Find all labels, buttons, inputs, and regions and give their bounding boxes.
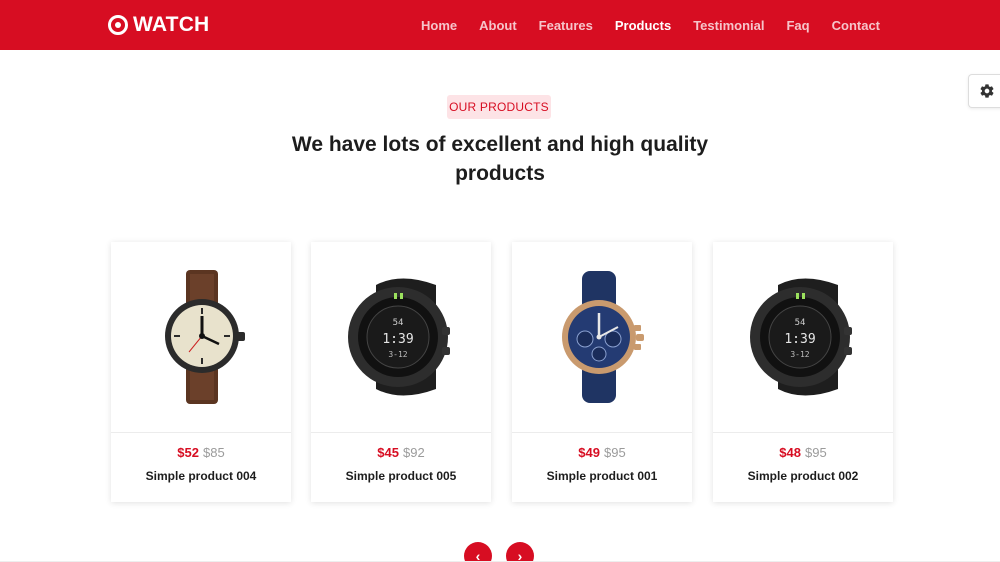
price-row: $45 $92 — [311, 445, 491, 460]
digital-watch-image: 54 1:39 3-12 — [750, 278, 852, 396]
price-row: $48 $95 — [713, 445, 893, 460]
product-name[interactable]: Simple product 001 — [512, 469, 692, 483]
section-title: We have lots of excellent and high quali… — [270, 130, 730, 188]
current-price: $52 — [177, 445, 199, 460]
nav-item-testimonial[interactable]: Testimonial — [693, 18, 764, 33]
card-divider — [713, 432, 893, 433]
target-icon — [108, 15, 128, 35]
gear-icon — [980, 84, 993, 98]
product-name[interactable]: Simple product 002 — [713, 469, 893, 483]
card-divider — [111, 432, 291, 433]
nav-item-features[interactable]: Features — [539, 18, 593, 33]
product-card[interactable]: $49 $95 Simple product 001 — [512, 242, 692, 502]
digital-watch-image: 54 1:39 3-12 — [348, 278, 450, 396]
product-image[interactable]: 54 1:39 3-12 — [311, 242, 491, 432]
section-title-line-1: We have lots of excellent and high quali… — [291, 133, 709, 156]
brand-logo[interactable]: WATCH — [108, 13, 209, 37]
current-price: $49 — [578, 445, 600, 460]
product-image[interactable]: 54 1:39 3-12 — [713, 242, 893, 432]
nav-item-products[interactable]: Products — [615, 18, 671, 33]
svg-text:1:39: 1:39 — [382, 332, 413, 347]
card-divider — [311, 432, 491, 433]
old-price: $92 — [403, 445, 425, 460]
nav-item-faq[interactable]: Faq — [786, 18, 809, 33]
svg-text:54: 54 — [795, 318, 806, 328]
carousel-next-button[interactable]: › — [506, 542, 534, 562]
product-card[interactable]: $52 $85 Simple product 004 — [111, 242, 291, 502]
card-divider — [512, 432, 692, 433]
nav-item-home[interactable]: Home — [421, 18, 457, 33]
current-price: $45 — [377, 445, 399, 460]
svg-text:3-12: 3-12 — [790, 350, 809, 359]
nav-item-about[interactable]: About — [479, 18, 517, 33]
top-navbar: WATCH Home About Features Products Testi… — [0, 0, 1000, 50]
product-image[interactable] — [111, 242, 291, 432]
product-name[interactable]: Simple product 004 — [111, 469, 291, 483]
svg-text:1:39: 1:39 — [784, 332, 815, 347]
section-eyebrow: OUR PRODUCTS — [447, 95, 551, 119]
svg-text:54: 54 — [393, 318, 404, 328]
chronograph-watch-image — [562, 271, 644, 403]
field-watch-image — [165, 270, 245, 404]
old-price: $95 — [604, 445, 626, 460]
brand-name: WATCH — [133, 13, 210, 36]
svg-text:3-12: 3-12 — [388, 350, 407, 359]
product-image[interactable] — [512, 242, 692, 432]
product-card[interactable]: 54 1:39 3-12 $48 $95 Simple product 002 — [713, 242, 893, 502]
settings-button[interactable] — [968, 74, 1000, 108]
price-row: $52 $85 — [111, 445, 291, 460]
price-row: $49 $95 — [512, 445, 692, 460]
section-title-line-2: products — [455, 162, 545, 185]
chevron-left-icon: ‹ — [475, 548, 481, 562]
product-card[interactable]: 54 1:39 3-12 $45 $92 Simple product 005 — [311, 242, 491, 502]
main-nav: Home About Features Products Testimonial… — [399, 0, 880, 50]
carousel-prev-button[interactable]: ‹ — [464, 542, 492, 562]
old-price: $95 — [805, 445, 827, 460]
product-name[interactable]: Simple product 005 — [311, 469, 491, 483]
chevron-right-icon: › — [517, 548, 523, 562]
current-price: $48 — [779, 445, 801, 460]
nav-item-contact[interactable]: Contact — [832, 18, 880, 33]
old-price: $85 — [203, 445, 225, 460]
